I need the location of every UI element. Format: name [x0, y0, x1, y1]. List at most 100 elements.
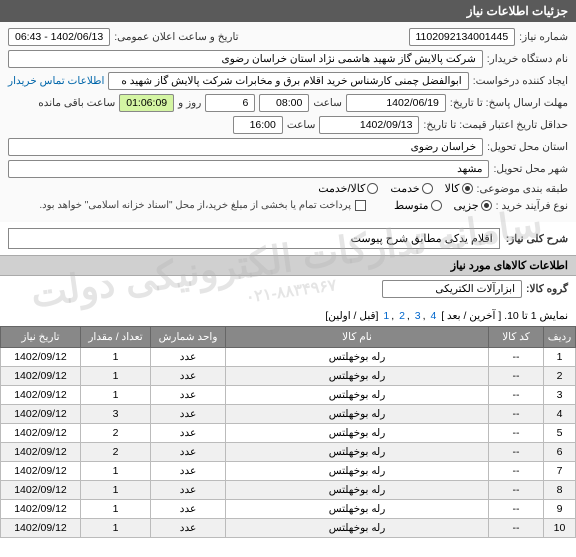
table-cell: --	[489, 519, 544, 538]
table-cell: --	[489, 443, 544, 462]
radio-goodsservice[interactable]: کالا/خدمت	[318, 182, 378, 195]
table-cell: 6	[544, 443, 576, 462]
table-cell: 1402/09/12	[1, 443, 81, 462]
table-cell: عدد	[151, 405, 226, 424]
table-cell: 2	[544, 367, 576, 386]
table-row[interactable]: 10--رله بوخهلتسعدد11402/09/12	[1, 519, 576, 538]
radio-icon	[481, 200, 492, 211]
table-cell: 1	[81, 348, 151, 367]
radio-partial[interactable]: جزیی	[454, 199, 492, 212]
lbl-hour2: ساعت	[287, 119, 316, 131]
table-row[interactable]: 8--رله بوخهلتسعدد11402/09/12	[1, 481, 576, 500]
table-cell: 2	[81, 443, 151, 462]
field-buyerorg: شرکت پالایش گاز شهید هاشمی نژاد استان خر…	[8, 50, 483, 68]
text-paynote: پرداخت تمام یا بخشی از مبلغ خرید،از محل …	[39, 200, 351, 211]
table-cell: رله بوخهلتس	[226, 519, 489, 538]
table-cell: رله بوخهلتس	[226, 367, 489, 386]
table-cell: عدد	[151, 443, 226, 462]
table-cell: 4	[544, 405, 576, 424]
table-cell: رله بوخهلتس	[226, 443, 489, 462]
radio-medium[interactable]: متوسط	[394, 199, 442, 212]
table-row[interactable]: 2--رله بوخهلتسعدد11402/09/12	[1, 367, 576, 386]
table-cell: عدد	[151, 481, 226, 500]
table-cell: --	[489, 405, 544, 424]
table-cell: 3	[544, 386, 576, 405]
table-cell: 1402/09/12	[1, 367, 81, 386]
table-row[interactable]: 1--رله بوخهلتسعدد11402/09/12	[1, 348, 576, 367]
table-cell: 1	[81, 386, 151, 405]
table-cell: --	[489, 367, 544, 386]
table-cell: --	[489, 424, 544, 443]
table-cell: رله بوخهلتس	[226, 424, 489, 443]
table-cell: --	[489, 462, 544, 481]
pager-page[interactable]: 1	[383, 310, 389, 322]
field-announce: 1402/06/13 - 06:43	[8, 28, 110, 46]
table-cell: 1	[81, 500, 151, 519]
field-desc: اقلام یدکی مطابق شرح پیوست	[8, 228, 500, 249]
lbl-announce: تاریخ و ساعت اعلان عمومی:	[114, 31, 238, 43]
pager-suffix: [قبل / اولین]	[325, 310, 378, 322]
table-cell: 5	[544, 424, 576, 443]
field-valid-hour: 16:00	[233, 116, 283, 134]
table-row[interactable]: 5--رله بوخهلتسعدد21402/09/12	[1, 424, 576, 443]
table-row[interactable]: 7--رله بوخهلتسعدد11402/09/12	[1, 462, 576, 481]
table-header: کد کالا	[489, 327, 544, 348]
table-header: نام کالا	[226, 327, 489, 348]
table-cell: --	[489, 386, 544, 405]
lbl-reqno: شماره نیاز:	[519, 31, 568, 43]
lbl-validfrom: حداقل تاریخ اعتبار قیمت: تا تاریخ:	[423, 119, 568, 131]
field-days: 6	[205, 94, 255, 112]
section-items-title: اطلاعات کالاهای مورد نیاز	[0, 255, 576, 276]
pager-page[interactable]: 4	[430, 310, 436, 322]
table-cell: رله بوخهلتس	[226, 462, 489, 481]
table-header: ردیف	[544, 327, 576, 348]
radio-service[interactable]: خدمت	[390, 182, 432, 195]
table-cell: 1	[544, 348, 576, 367]
table-cell: رله بوخهلتس	[226, 481, 489, 500]
radio-icon	[462, 183, 473, 194]
table-cell: 10	[544, 519, 576, 538]
table-cell: 1	[81, 481, 151, 500]
radio-label-goods: کالا	[445, 182, 460, 195]
table-header: تاریخ نیاز	[1, 327, 81, 348]
table-cell: 3	[81, 405, 151, 424]
link-buyercontact[interactable]: اطلاعات تماس خریدار	[8, 75, 104, 87]
pager: نمایش 1 تا 10. [ آخرین / بعد ] 4 ,3 ,2 ,…	[0, 306, 576, 326]
table-cell: رله بوخهلتس	[226, 386, 489, 405]
lbl-requester: ایجاد کننده درخواست:	[473, 75, 568, 87]
lbl-desc: شرح کلی نیاز:	[506, 233, 568, 245]
table-row[interactable]: 4--رله بوخهلتسعدد31402/09/12	[1, 405, 576, 424]
field-group: ابزارآلات الکتریکی	[382, 280, 522, 298]
desc-row: شرح کلی نیاز: اقلام یدکی مطابق شرح پیوست	[0, 222, 576, 255]
radio-goods[interactable]: کالا	[445, 182, 473, 195]
table-cell: 1	[81, 367, 151, 386]
table-cell: 8	[544, 481, 576, 500]
table-cell: --	[489, 500, 544, 519]
lbl-deadline: مهلت ارسال پاسخ: تا تاریخ:	[450, 97, 568, 109]
field-valid-date: 1402/09/13	[319, 116, 419, 134]
table-cell: 1402/09/12	[1, 405, 81, 424]
table-cell: 1402/09/12	[1, 462, 81, 481]
page-header: جزئیات اطلاعات نیاز	[0, 0, 576, 22]
table-cell: 1402/09/12	[1, 519, 81, 538]
table-row[interactable]: 6--رله بوخهلتسعدد21402/09/12	[1, 443, 576, 462]
radio-icon	[422, 183, 433, 194]
table-cell: رله بوخهلتس	[226, 348, 489, 367]
field-remain: 01:06:09	[119, 94, 174, 112]
field-city: مشهد	[8, 160, 489, 178]
table-cell: عدد	[151, 462, 226, 481]
checkbox-paynote[interactable]	[355, 200, 366, 211]
radio-icon	[431, 200, 442, 211]
table-row[interactable]: 3--رله بوخهلتسعدد11402/09/12	[1, 386, 576, 405]
table-cell: عدد	[151, 500, 226, 519]
table-cell: --	[489, 348, 544, 367]
pager-page[interactable]: 2	[399, 310, 405, 322]
radio-label-service: خدمت	[390, 182, 419, 195]
table-cell: --	[489, 481, 544, 500]
table-row[interactable]: 9--رله بوخهلتسعدد11402/09/12	[1, 500, 576, 519]
table-cell: رله بوخهلتس	[226, 500, 489, 519]
table-cell: عدد	[151, 519, 226, 538]
lbl-province: استان محل تحویل:	[487, 141, 568, 153]
pager-page[interactable]: 3	[415, 310, 421, 322]
table-cell: عدد	[151, 386, 226, 405]
